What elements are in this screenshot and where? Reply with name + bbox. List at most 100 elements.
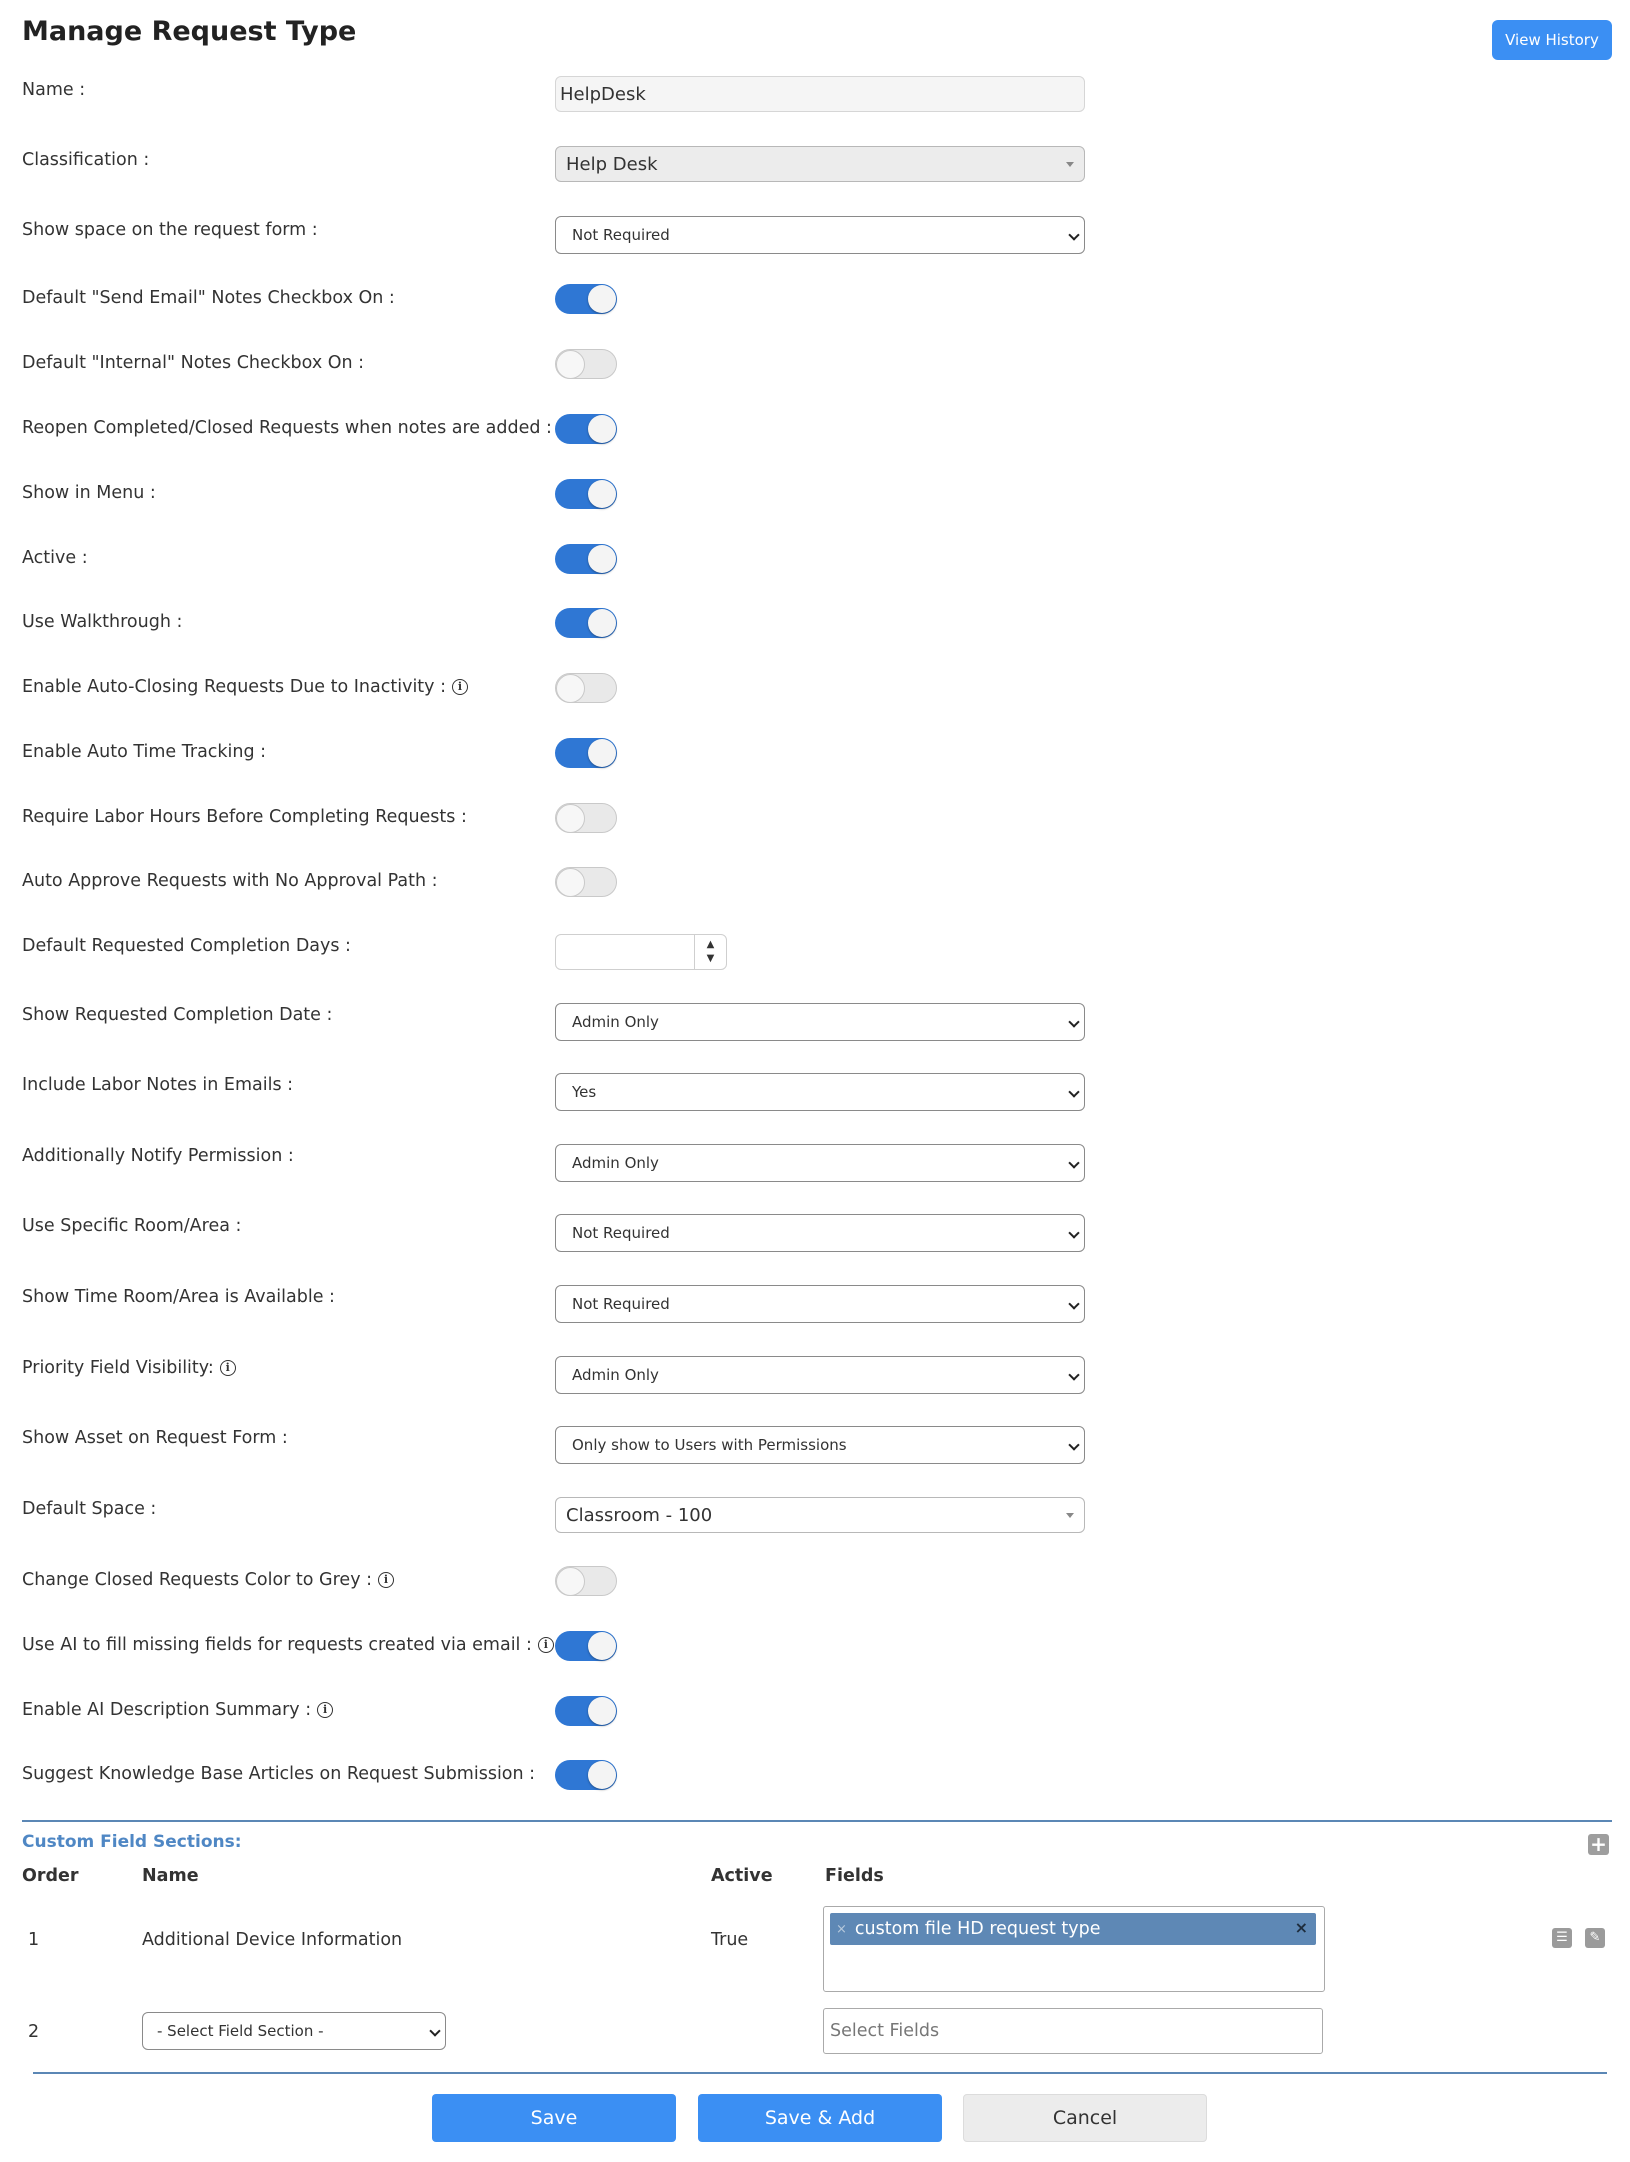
header-order: Order [22, 1866, 79, 1886]
show-space-label: Show space on the request form : [22, 220, 318, 240]
name-row: Name : HelpDesk [0, 64, 1630, 124]
time-room-row: Show Time Room/Area is Available : Not R… [0, 1267, 1630, 1327]
internal-toggle[interactable] [555, 349, 617, 379]
save-add-button[interactable]: Save & Add [698, 2094, 942, 2142]
completion-days-input[interactable]: ▲ ▼ [555, 934, 727, 970]
active-row: Active : [0, 528, 1630, 588]
ai-summary-row: Enable AI Description Summary : i [0, 1680, 1630, 1740]
auto-closing-toggle[interactable] [555, 673, 617, 703]
save-button[interactable]: Save [432, 2094, 676, 2142]
reopen-label: Reopen Completed/Closed Requests when no… [22, 418, 552, 438]
toggle-knob [588, 480, 616, 508]
ai-summary-toggle[interactable] [555, 1696, 617, 1726]
caret-down-icon [1066, 162, 1074, 167]
specific-room-row: Use Specific Room/Area : Not Required [0, 1196, 1630, 1256]
labor-notes-select[interactable]: Yes [555, 1073, 1085, 1111]
select-fields-input[interactable]: Select Fields [823, 2008, 1323, 2054]
reopen-row: Reopen Completed/Closed Requests when no… [0, 398, 1630, 458]
auto-approve-toggle[interactable] [555, 867, 617, 897]
send-email-toggle[interactable] [555, 284, 617, 314]
caret-down-icon [1066, 1513, 1074, 1518]
name-input[interactable]: HelpDesk [555, 76, 1085, 112]
classification-row: Classification : Help Desk [0, 134, 1630, 194]
add-section-icon[interactable]: + [1588, 1834, 1609, 1855]
show-space-select[interactable]: Not Required [555, 216, 1085, 254]
show-completion-date-value: Admin Only [572, 1013, 659, 1031]
classification-label: Classification : [22, 150, 150, 170]
info-icon[interactable]: i [219, 1360, 236, 1376]
field-chip-label: custom file HD request type [854, 1919, 1101, 1939]
send-email-row: Default "Send Email" Notes Checkbox On : [0, 268, 1630, 328]
walkthrough-toggle[interactable] [555, 608, 617, 638]
labor-hours-toggle[interactable] [555, 803, 617, 833]
grey-closed-toggle[interactable] [555, 1566, 617, 1596]
labor-hours-label: Require Labor Hours Before Completing Re… [22, 807, 467, 827]
active-label: Active : [22, 548, 88, 568]
clear-icon[interactable]: × [1295, 1918, 1308, 1937]
spin-down-icon[interactable]: ▼ [695, 952, 726, 966]
view-history-button[interactable]: View History [1492, 20, 1612, 60]
row2-order: 2 [28, 2022, 40, 2042]
default-space-select[interactable]: Classroom - 100 [555, 1497, 1085, 1533]
chevron-down-icon [1068, 1369, 1080, 1381]
completion-days-row: Default Requested Completion Days : ▲ ▼ [0, 916, 1630, 976]
header-active: Active [711, 1866, 773, 1886]
toggle-knob [588, 1697, 616, 1725]
toggle-knob [556, 868, 585, 897]
info-icon[interactable]: i [451, 679, 468, 695]
field-section-select[interactable]: - Select Field Section - [142, 2012, 446, 2050]
time-room-select[interactable]: Not Required [555, 1285, 1085, 1323]
auto-time-toggle[interactable] [555, 738, 617, 768]
toggle-knob [588, 1761, 616, 1789]
auto-approve-label: Auto Approve Requests with No Approval P… [22, 871, 438, 891]
auto-closing-label: Enable Auto-Closing Requests Due to Inac… [22, 677, 446, 697]
reopen-toggle[interactable] [555, 414, 617, 444]
kb-suggest-toggle[interactable] [555, 1760, 617, 1790]
show-asset-select[interactable]: Only show to Users with Permissions [555, 1426, 1085, 1464]
cancel-button[interactable]: Cancel [963, 2094, 1207, 2142]
priority-value: Admin Only [572, 1366, 659, 1384]
chevron-down-icon [1068, 1157, 1080, 1169]
field-chip: × custom file HD request type × [830, 1913, 1316, 1945]
grey-closed-label: Change Closed Requests Color to Grey : [22, 1570, 373, 1590]
list-icon[interactable]: ☰ [1552, 1928, 1572, 1948]
show-in-menu-label: Show in Menu : [22, 483, 156, 503]
header-name: Name [142, 1866, 199, 1886]
default-space-value: Classroom - 100 [566, 1504, 713, 1526]
field-section-value: - Select Field Section - [157, 2022, 324, 2040]
show-completion-date-select[interactable]: Admin Only [555, 1003, 1085, 1041]
ai-summary-label: Enable AI Description Summary : [22, 1700, 312, 1720]
header-fields: Fields [825, 1866, 884, 1886]
priority-label-wrap: Priority Field Visibility: i [22, 1338, 236, 1398]
spinner-arrows[interactable]: ▲ ▼ [694, 935, 726, 969]
show-in-menu-row: Show in Menu : [0, 463, 1630, 523]
toggle-knob [588, 415, 616, 443]
auto-closing-row: Enable Auto-Closing Requests Due to Inac… [0, 657, 1630, 717]
notify-permission-row: Additionally Notify Permission : Admin O… [0, 1126, 1630, 1186]
priority-select[interactable]: Admin Only [555, 1356, 1085, 1394]
chip-remove-icon[interactable]: × [836, 1922, 847, 1937]
edit-icon[interactable]: ✎ [1585, 1928, 1605, 1948]
specific-room-select[interactable]: Not Required [555, 1214, 1085, 1252]
toggle-knob [588, 1632, 616, 1660]
notify-permission-value: Admin Only [572, 1154, 659, 1172]
chevron-down-icon [1068, 1086, 1080, 1098]
notify-permission-label: Additionally Notify Permission : [22, 1146, 294, 1166]
classification-value: Help Desk [566, 153, 658, 175]
classification-select[interactable]: Help Desk [555, 146, 1085, 182]
ai-fill-label-wrap: Use AI to fill missing fields for reques… [22, 1615, 554, 1675]
chevron-down-icon [1068, 1016, 1080, 1028]
info-icon[interactable]: i [317, 1702, 334, 1718]
time-room-label: Show Time Room/Area is Available : [22, 1287, 335, 1307]
spin-up-icon[interactable]: ▲ [695, 938, 726, 952]
ai-fill-label: Use AI to fill missing fields for reques… [22, 1635, 532, 1655]
notify-permission-select[interactable]: Admin Only [555, 1144, 1085, 1182]
active-toggle[interactable] [555, 544, 617, 574]
show-in-menu-toggle[interactable] [555, 479, 617, 509]
info-icon[interactable]: i [537, 1637, 554, 1653]
info-icon[interactable]: i [378, 1572, 395, 1588]
section-divider [22, 1820, 1612, 1822]
row1-fields-input[interactable]: × custom file HD request type × [823, 1906, 1325, 1992]
completion-days-label: Default Requested Completion Days : [22, 936, 351, 956]
ai-fill-toggle[interactable] [555, 1631, 617, 1661]
